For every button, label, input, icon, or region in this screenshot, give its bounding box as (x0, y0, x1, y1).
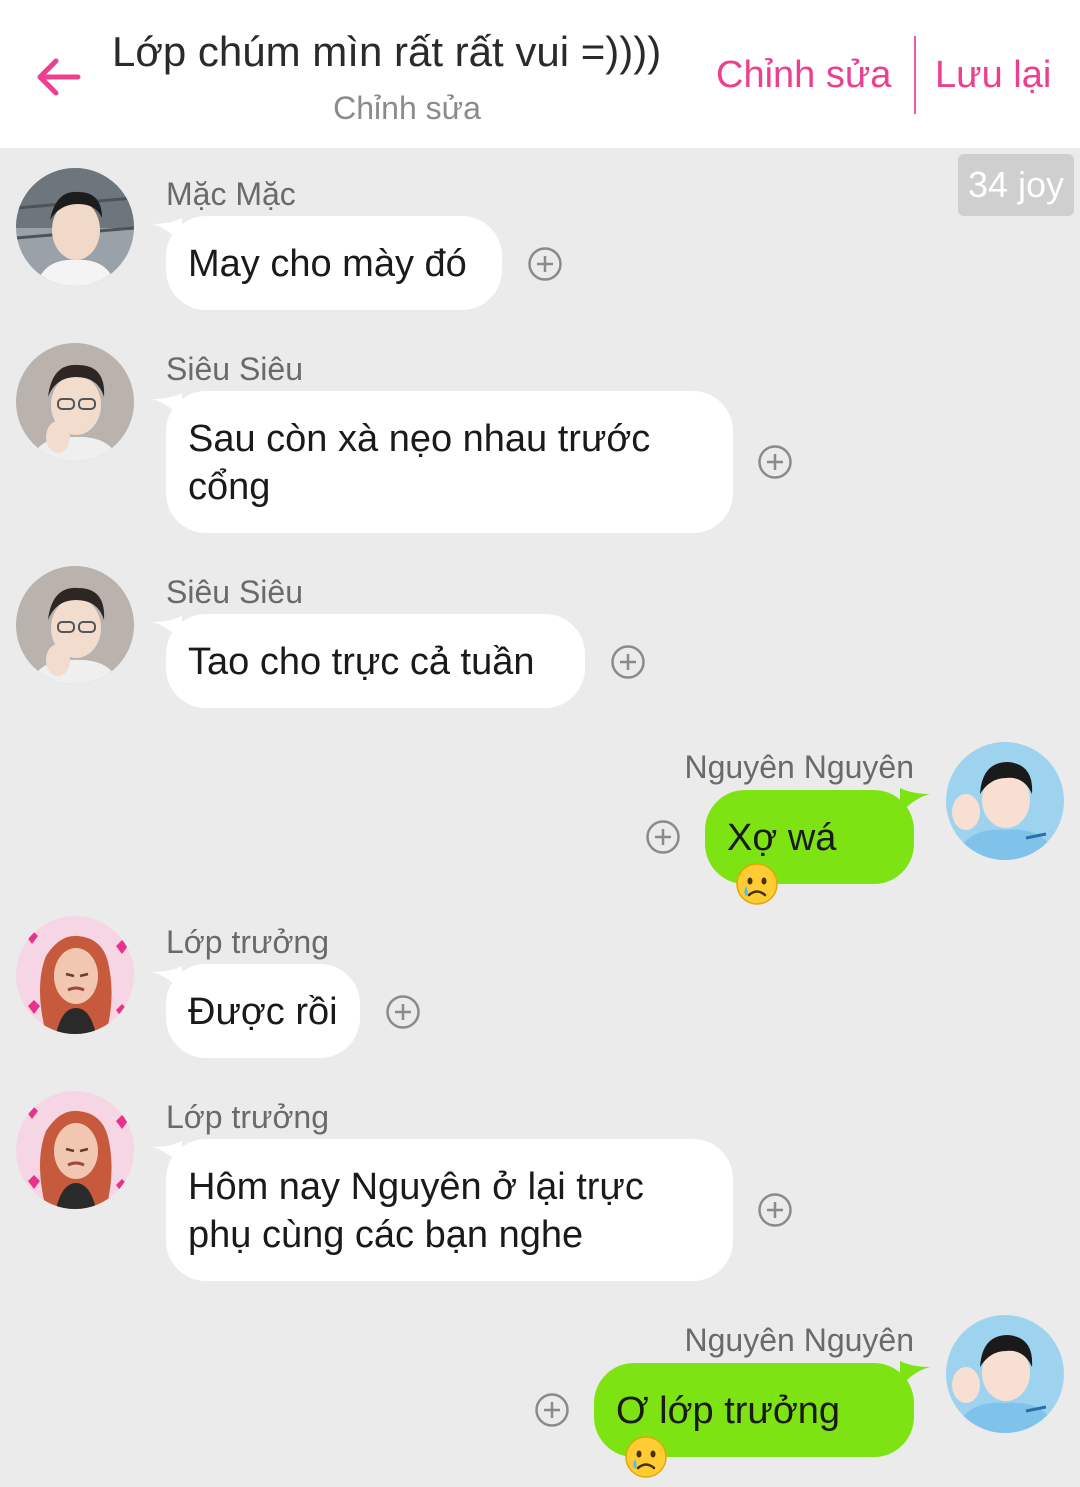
message-text: Ơ lớp trưởng (616, 1390, 841, 1432)
add-reaction-icon[interactable] (757, 444, 793, 480)
avatar[interactable] (16, 343, 134, 461)
message-bubble[interactable]: Xợ wá (705, 790, 914, 905)
message-bubble[interactable]: Được rồi (166, 964, 360, 1058)
header-divider (914, 36, 916, 114)
sender-name: Nguyên Nguyên (684, 749, 914, 785)
add-reaction-icon[interactable] (757, 1192, 793, 1228)
message-bubble[interactable]: Tao cho trực cả tuần (166, 614, 585, 708)
sender-name: Siêu Siêu (166, 574, 303, 610)
back-arrow-icon[interactable] (30, 48, 88, 106)
message-bubble[interactable]: Ơ lớp trưởng (594, 1363, 914, 1478)
conversation-subtitle: Chỉnh sửa (333, 90, 481, 126)
add-reaction-icon[interactable] (534, 1392, 570, 1428)
header-bar: Lớp chúm mìn rất rất vui =)))) Chỉnh sửa… (0, 0, 1080, 148)
message-bubble[interactable]: Sau còn xà nẹo nhau trước cổng (166, 391, 733, 533)
add-reaction-icon[interactable] (385, 994, 421, 1030)
avatar[interactable] (16, 916, 134, 1034)
message-text: May cho mày đó (188, 243, 467, 285)
avatar[interactable] (16, 1091, 134, 1209)
sender-name: Nguyên Nguyên (684, 1322, 914, 1358)
message-text: Hôm nay Nguyên ở lại trực phụ cùng các b… (188, 1166, 644, 1256)
conversation-title: Lớp chúm mìn rất rất vui =)))) (112, 28, 662, 75)
message-bubble[interactable]: Hôm nay Nguyên ở lại trực phụ cùng các b… (166, 1139, 733, 1281)
sender-name: Siêu Siêu (166, 351, 303, 387)
crying-face-emoji (736, 863, 778, 905)
message-text: Được rồi (188, 991, 338, 1033)
crying-face-emoji (625, 1436, 667, 1478)
sender-name: Lớp trưởng (166, 924, 330, 960)
add-reaction-icon[interactable] (645, 819, 681, 855)
sender-name: Mặc Mặc (166, 176, 296, 212)
edit-button[interactable]: Chỉnh sửa (716, 54, 891, 97)
sender-name: Lớp trưởng (166, 1099, 330, 1135)
message-bubble[interactable]: May cho mày đó (166, 216, 502, 310)
joy-badge: 34 joy (958, 154, 1074, 216)
message-text: Tao cho trực cả tuần (188, 641, 535, 683)
avatar[interactable] (946, 1315, 1064, 1433)
avatar[interactable] (16, 566, 134, 684)
add-reaction-icon[interactable] (527, 246, 563, 282)
avatar[interactable] (16, 168, 134, 286)
add-reaction-icon[interactable] (610, 644, 646, 680)
message-text: Sau còn xà nẹo nhau trước cổng (188, 418, 651, 508)
avatar[interactable] (946, 742, 1064, 860)
save-button[interactable]: Lưu lại (935, 54, 1051, 97)
message-text: Xợ wá (727, 817, 837, 859)
